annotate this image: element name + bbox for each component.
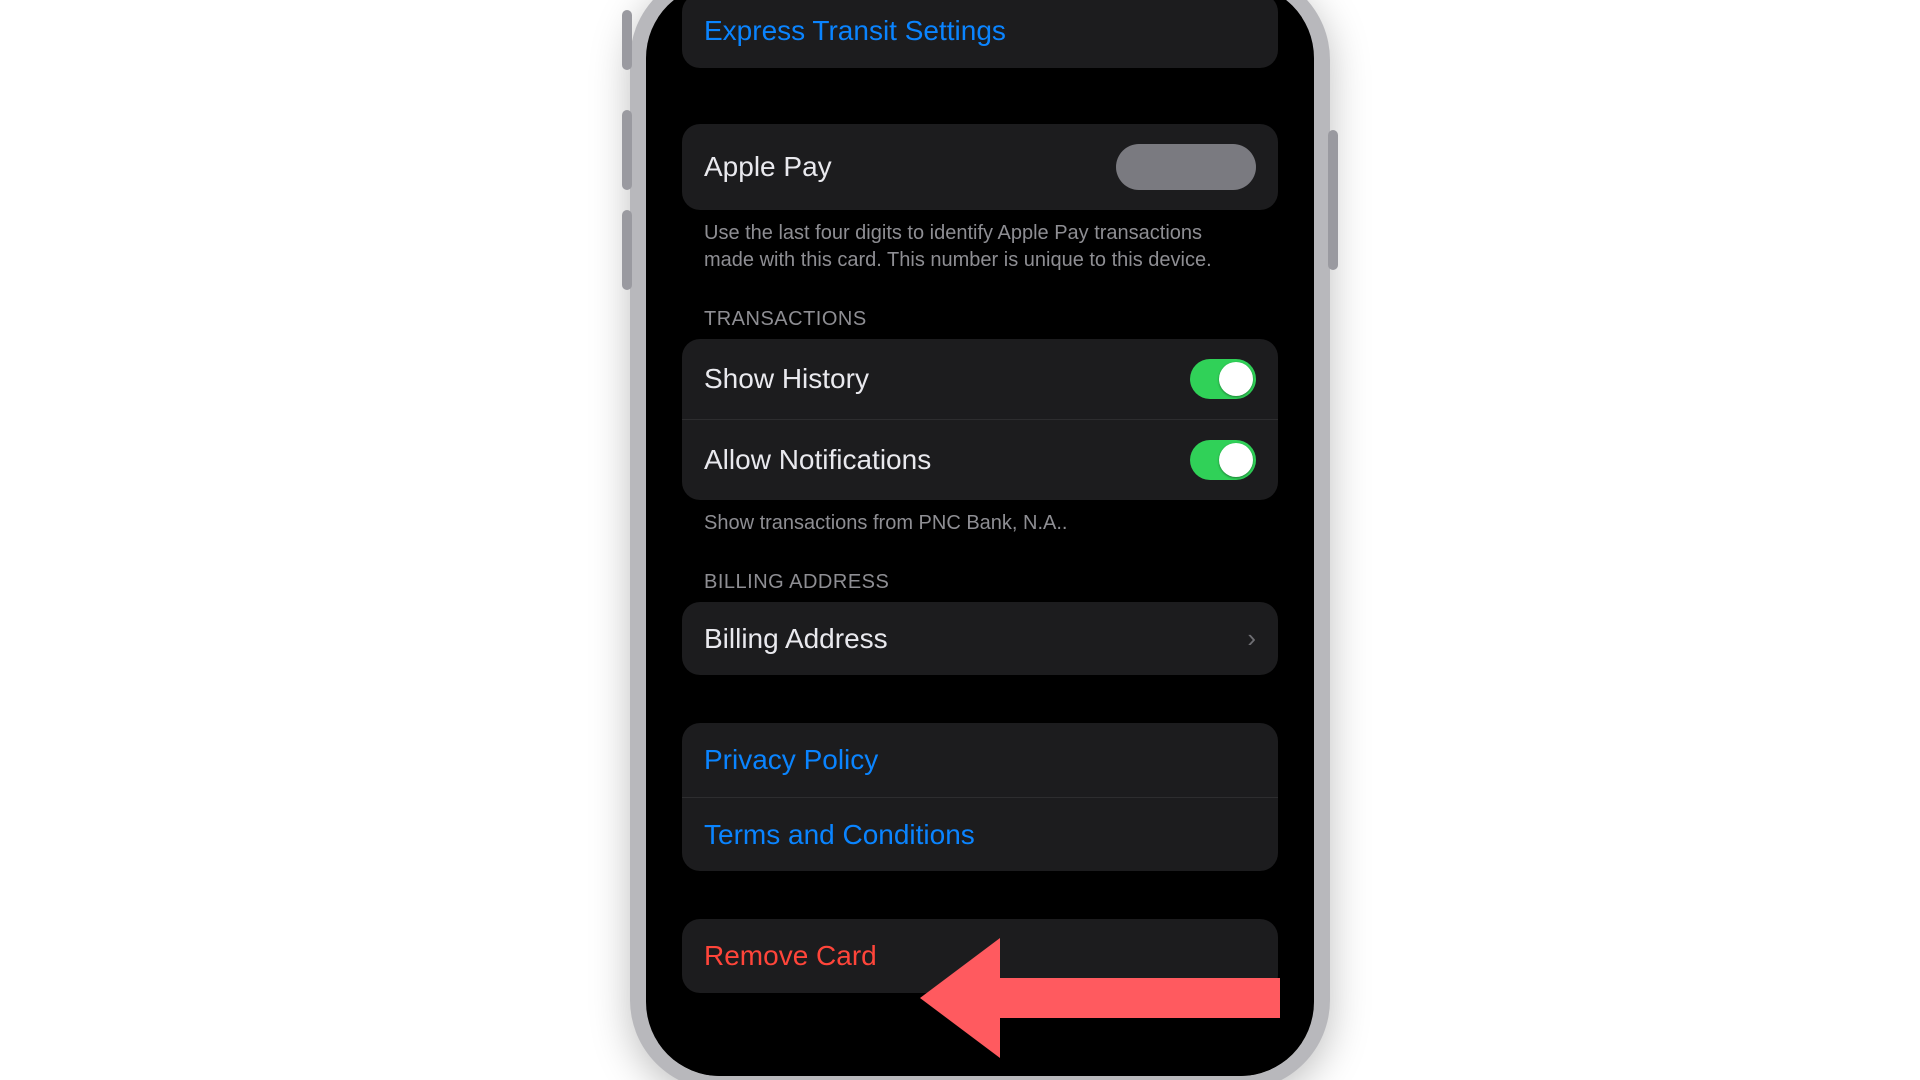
show-history-label: Show History xyxy=(704,362,1190,396)
privacy-policy-row[interactable]: Privacy Policy xyxy=(682,723,1278,797)
allow-notifications-toggle[interactable] xyxy=(1190,440,1256,480)
billing-address-row[interactable]: Billing Address › xyxy=(682,602,1278,676)
power-button xyxy=(1328,130,1338,270)
remove-card-label: Remove Card xyxy=(704,939,1256,973)
express-transit-settings-row[interactable]: Express Transit Settings xyxy=(682,0,1278,68)
transactions-header: TRANSACTIONS xyxy=(682,274,1278,339)
chevron-right-icon: › xyxy=(1247,623,1256,654)
express-transit-settings-label: Express Transit Settings xyxy=(704,14,1256,48)
privacy-policy-label: Privacy Policy xyxy=(704,743,1256,777)
billing-header: BILLING ADDRESS xyxy=(682,537,1278,602)
apple-pay-footer: Use the last four digits to identify App… xyxy=(682,210,1278,274)
terms-and-conditions-label: Terms and Conditions xyxy=(704,818,1256,852)
terms-and-conditions-row[interactable]: Terms and Conditions xyxy=(682,797,1278,872)
volume-down xyxy=(622,210,632,290)
allow-notifications-label: Allow Notifications xyxy=(704,443,1190,477)
screen: Express Transit Settings Apple Pay Use t… xyxy=(658,0,1302,1076)
apple-pay-value-redacted xyxy=(1116,144,1256,190)
volume-up xyxy=(622,110,632,190)
apple-pay-row[interactable]: Apple Pay xyxy=(682,124,1278,210)
show-history-toggle[interactable] xyxy=(1190,359,1256,399)
show-history-row[interactable]: Show History xyxy=(682,339,1278,419)
mute-switch xyxy=(622,10,632,70)
remove-card-row[interactable]: Remove Card xyxy=(682,919,1278,993)
transactions-footer: Show transactions from PNC Bank, N.A.. xyxy=(682,500,1278,537)
phone-frame: Express Transit Settings Apple Pay Use t… xyxy=(630,0,1330,1080)
apple-pay-label: Apple Pay xyxy=(704,150,1116,184)
billing-address-label: Billing Address xyxy=(704,622,1237,656)
allow-notifications-row[interactable]: Allow Notifications xyxy=(682,419,1278,500)
